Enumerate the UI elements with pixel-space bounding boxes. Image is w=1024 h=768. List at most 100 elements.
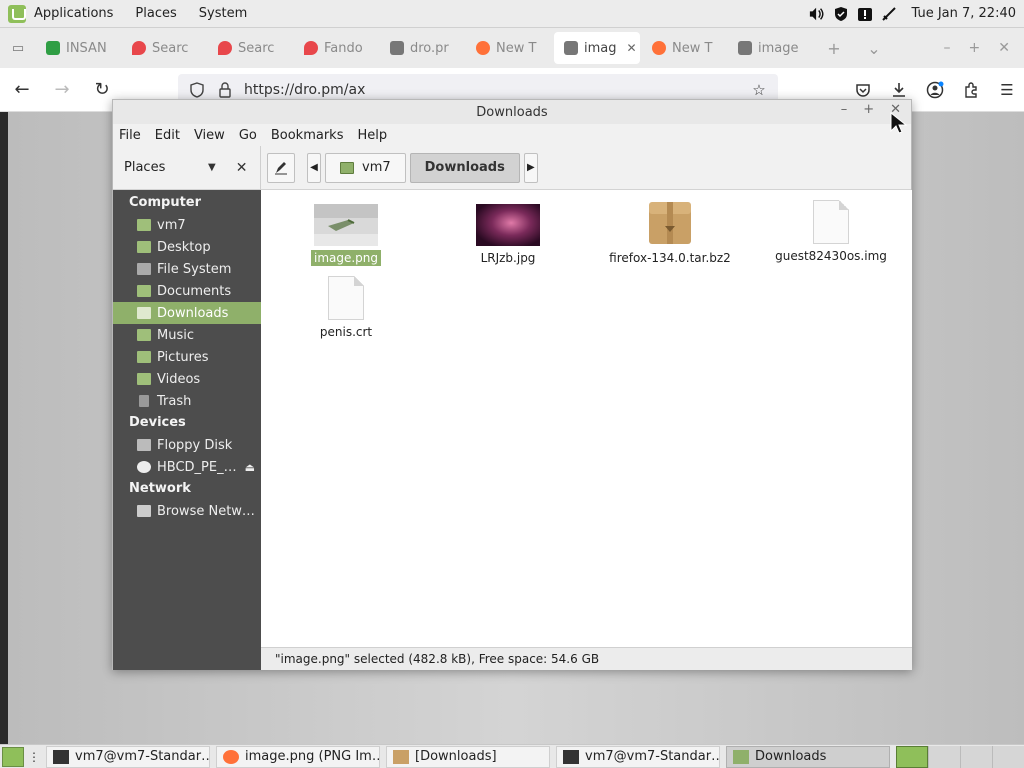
sidebar-item-label: Music xyxy=(157,327,194,343)
menu-view[interactable]: View xyxy=(194,128,225,143)
menu-system[interactable]: System xyxy=(199,6,247,21)
menu-go[interactable]: Go xyxy=(239,128,257,143)
menu-places[interactable]: Places xyxy=(135,6,176,21)
file-item-guest-img[interactable]: guest82430os.img xyxy=(766,200,896,264)
places-selector[interactable]: Places ▼ ✕ xyxy=(113,145,261,190)
sidebar-item-trash[interactable]: Trash xyxy=(113,390,261,412)
minimize-icon[interactable]: – xyxy=(841,102,848,117)
sidebar-item-videos[interactable]: Videos xyxy=(113,368,261,390)
menu-file[interactable]: File xyxy=(119,128,141,143)
tab-label: INSAN xyxy=(66,40,107,56)
workspace-1[interactable] xyxy=(896,745,928,768)
taskbar-item[interactable]: image.png (PNG Im… xyxy=(216,745,380,768)
tab[interactable]: Searc xyxy=(122,28,208,68)
tab[interactable]: Searc xyxy=(208,28,294,68)
window-titlebar[interactable]: Downloads – + ✕ xyxy=(113,100,911,124)
sidebar-item-downloads[interactable]: Downloads xyxy=(113,302,261,324)
chevron-down-icon[interactable]: ⌄ xyxy=(854,39,894,58)
maximize-icon[interactable]: + xyxy=(969,40,981,56)
file-item-firefox-archive[interactable]: firefox-134.0.tar.bz2 xyxy=(605,200,735,266)
taskbar-item[interactable]: vm7@vm7-Standar… xyxy=(556,745,720,768)
extensions-icon[interactable] xyxy=(962,81,980,99)
new-tab-icon[interactable]: + xyxy=(814,39,854,58)
status-bar: "image.png" selected (482.8 kB), Free sp… xyxy=(261,647,912,670)
downloads-icon[interactable] xyxy=(890,81,908,99)
tab[interactable]: dro.pr xyxy=(380,28,466,68)
tab[interactable]: New T xyxy=(642,28,728,68)
pocket-icon[interactable] xyxy=(854,81,872,99)
top-panel: Applications Places System Tue Jan 7, 22… xyxy=(0,0,1024,28)
workspace-3[interactable] xyxy=(960,745,992,768)
back-button[interactable]: ← xyxy=(4,72,40,108)
terminal-icon xyxy=(53,749,69,764)
close-sidebar-icon[interactable]: ✕ xyxy=(236,160,248,176)
sidebar-item-documents[interactable]: Documents xyxy=(113,280,261,302)
tab-label: imag xyxy=(584,40,617,56)
maximize-icon[interactable]: + xyxy=(863,102,874,117)
tracking-shield-icon[interactable] xyxy=(188,81,206,99)
taskbar-item-active[interactable]: Downloads xyxy=(726,745,890,768)
mint-menu-icon[interactable] xyxy=(8,4,26,23)
file-item-image-png[interactable]: image.png xyxy=(281,204,411,266)
network-icon xyxy=(137,505,151,517)
shield-icon[interactable] xyxy=(833,6,849,22)
tab[interactable]: image xyxy=(728,28,814,68)
breadcrumb-forward-button[interactable]: ▶ xyxy=(523,152,538,183)
sidebar-item-label: Browse Netw… xyxy=(157,503,255,519)
show-desktop-button[interactable] xyxy=(2,746,24,767)
account-icon[interactable] xyxy=(926,81,944,99)
update-manager-icon[interactable] xyxy=(857,6,873,22)
trash-icon xyxy=(139,395,149,407)
mouse-cursor-icon xyxy=(890,112,908,134)
sidebar-item-browse-network[interactable]: Browse Netw… xyxy=(113,500,261,522)
breadcrumb-home[interactable]: vm7 xyxy=(325,152,406,183)
browser-window-controls: – + ✕ xyxy=(944,40,1024,56)
taskbar-item[interactable]: vm7@vm7-Standar… xyxy=(46,745,210,768)
taskbar-item[interactable]: [Downloads] xyxy=(386,745,550,768)
close-icon[interactable]: ✕ xyxy=(998,40,1010,56)
tab[interactable]: New T xyxy=(466,28,552,68)
tab[interactable]: Fando xyxy=(294,28,380,68)
menu-help[interactable]: Help xyxy=(357,128,387,143)
volume-icon[interactable] xyxy=(809,6,825,22)
breadcrumb-back-button[interactable]: ◀ xyxy=(307,152,321,183)
sidebar-item-label: Downloads xyxy=(157,305,229,321)
clock[interactable]: Tue Jan 7, 22:40 xyxy=(911,6,1016,21)
tab-active[interactable]: imag ✕ xyxy=(554,32,640,64)
sidebar-item-file-system[interactable]: File System xyxy=(113,258,261,280)
menu-edit[interactable]: Edit xyxy=(155,128,180,143)
tab[interactable]: INSAN xyxy=(36,28,122,68)
forward-button[interactable]: → xyxy=(44,72,80,108)
sidebar-item-floppy-disk[interactable]: Floppy Disk xyxy=(113,434,261,456)
hamburger-menu-icon[interactable]: ☰ xyxy=(998,81,1016,99)
sidebar-item-music[interactable]: Music xyxy=(113,324,261,346)
breadcrumb-label: Downloads xyxy=(424,160,505,175)
tab-close-icon[interactable]: ✕ xyxy=(627,41,637,55)
terminal-icon xyxy=(563,749,579,764)
file-icon-view[interactable]: image.png LRJzb.jpg firefox-134.0.tar.bz… xyxy=(261,190,912,647)
bookmark-star-icon[interactable]: ☆ xyxy=(750,81,768,99)
dropdown-arrow-icon[interactable]: ▼ xyxy=(208,162,216,173)
workspace-4[interactable] xyxy=(992,745,1024,768)
sidebar-item-vm7[interactable]: vm7 xyxy=(113,214,261,236)
menu-bookmarks[interactable]: Bookmarks xyxy=(271,128,344,143)
pencil-icon xyxy=(275,161,287,174)
firefox-icon xyxy=(476,41,490,55)
sidebar-item-label: Trash xyxy=(157,393,192,409)
breadcrumb-downloads[interactable]: Downloads xyxy=(409,152,520,183)
eject-icon[interactable]: ⏏ xyxy=(245,461,255,474)
minimize-icon[interactable]: – xyxy=(944,40,951,56)
lock-icon[interactable] xyxy=(216,81,234,99)
sidebar-item-hbcd[interactable]: HBCD_PE_… ⏏ xyxy=(113,456,261,478)
network-disconnected-icon[interactable] xyxy=(881,6,897,22)
sidebar-item-pictures[interactable]: Pictures xyxy=(113,346,261,368)
sidebar-item-label: HBCD_PE_… xyxy=(157,459,237,475)
file-item-crt[interactable]: penis.crt xyxy=(281,276,411,340)
sidebar-item-desktop[interactable]: Desktop xyxy=(113,236,261,258)
tab-overview-icon[interactable]: ▭ xyxy=(0,28,36,68)
image-thumbnail-icon xyxy=(476,204,540,246)
workspace-2[interactable] xyxy=(928,745,960,768)
file-item-lrjzb-jpg[interactable]: LRJzb.jpg xyxy=(443,204,573,266)
toggle-location-entry-button[interactable] xyxy=(267,152,295,183)
menu-applications[interactable]: Applications xyxy=(34,6,113,21)
